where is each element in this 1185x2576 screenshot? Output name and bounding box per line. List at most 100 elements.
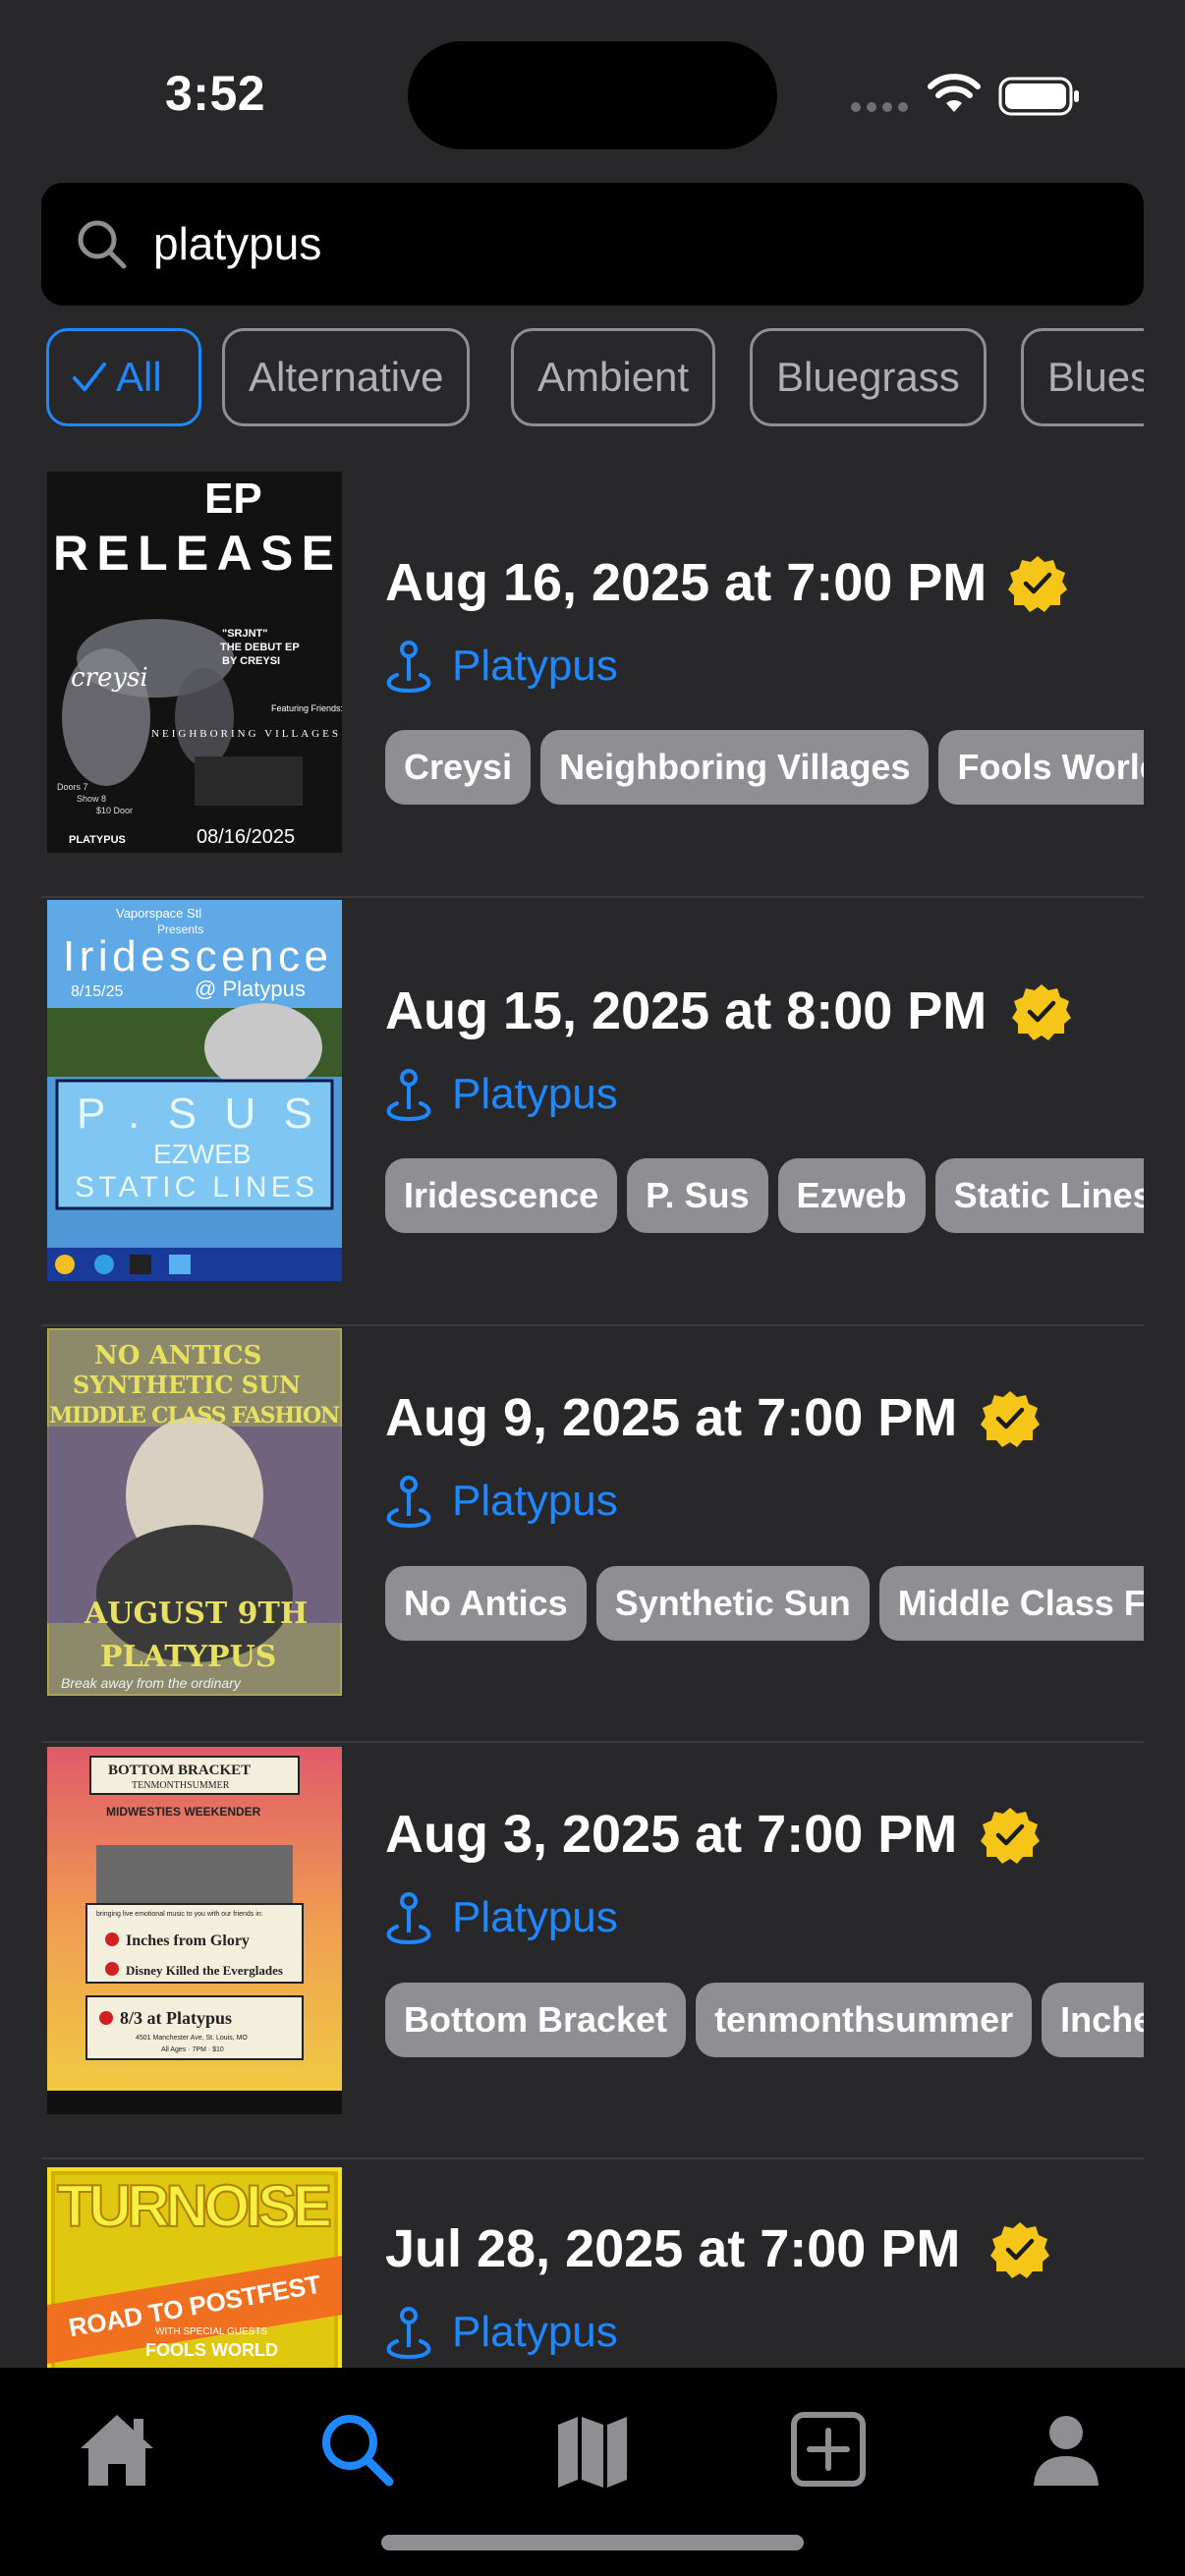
poster-text: BOTTOM BRACKET [108, 1763, 251, 1778]
search-icon[interactable] [312, 2405, 401, 2493]
event-venue[interactable]: Platypus [385, 637, 618, 696]
location-pin-icon [386, 2307, 431, 2359]
venue-name: Platypus [452, 1070, 618, 1118]
event-date: Aug 3, 2025 at 7:00 PM [385, 1805, 958, 1864]
artist-tag[interactable]: Creysi [385, 730, 532, 805]
location-pin-icon [386, 1069, 431, 1121]
event-poster: TURNOISE ROAD TO POSTFEST WITH SPECIAL G… [47, 2167, 342, 2374]
event-venue[interactable]: Platypus [385, 1065, 618, 1124]
poster-text: TENMONTHSUMMER [132, 1780, 230, 1791]
poster-text: creysi [71, 663, 148, 693]
poster-text: Featuring Friends: [271, 703, 342, 713]
venue-name: Platypus [452, 642, 618, 690]
artist-tag[interactable]: Fools World [938, 730, 1144, 805]
search-icon [78, 220, 127, 269]
event-venue[interactable]: Platypus [385, 2303, 618, 2362]
event-poster: EP RELEASE "SRJNT" THE DEBUT EP BY CREYS… [47, 472, 342, 853]
event-row[interactable]: NO ANTICS SYNTHETIC SUN MIDDLE CLASS FAS… [41, 1326, 1144, 1743]
poster-text: TURNOISE [57, 2173, 332, 2239]
status-time: 3:52 [165, 66, 266, 121]
dynamic-island [408, 41, 777, 149]
poster-text: NO ANTICS [94, 1341, 261, 1371]
event-date: Aug 15, 2025 at 8:00 PM [385, 981, 988, 1040]
event-venue[interactable]: Platypus [385, 1888, 618, 1947]
poster-text: AUGUST 9TH [84, 1596, 308, 1631]
genre-chip-alternative[interactable]: Alternative [222, 328, 471, 426]
map-icon[interactable] [548, 2405, 637, 2493]
genre-chip-label: All [116, 354, 162, 400]
event-venue[interactable]: Platypus [385, 1472, 618, 1531]
poster-text: Doors 7 [57, 782, 88, 792]
artist-tag[interactable]: Iridescence [385, 1158, 618, 1233]
screen: 3:52 All Alternative Ambient Bluegrass B… [0, 0, 1185, 2576]
verified-badge-icon [990, 2222, 1049, 2278]
location-pin-icon [386, 1892, 431, 1944]
event-date: Jul 28, 2025 at 7:00 PM [385, 2219, 961, 2278]
poster-text: Iridescence [63, 932, 328, 980]
verified-badge-icon [981, 1391, 1040, 1447]
poster-text: 08/16/2025 [197, 826, 295, 848]
poster-text: All Ages · 7PM · $10 [161, 2046, 224, 2053]
genre-chip-blues[interactable]: Blues [1021, 328, 1144, 426]
artist-tag[interactable]: P. Sus [627, 1158, 768, 1233]
genre-chip-label: Ambient [537, 354, 690, 400]
verified-badge-icon [981, 1808, 1040, 1864]
artist-tags: No AnticsSynthetic SunMiddle Class Fashi… [385, 1566, 1144, 1645]
poster-text: bringing live emotional music to you wit… [96, 1911, 263, 1918]
poster-text: Show 8 [77, 794, 106, 804]
home-indicator [381, 2535, 804, 2550]
poster-text: Vaporspace Stl [116, 906, 201, 921]
genre-chip-label: Bluegrass [776, 354, 960, 400]
genre-filter-bar: All Alternative Ambient Bluegrass Blues [41, 328, 1144, 432]
poster-text: Disney Killed the Everglades [126, 1963, 283, 1978]
poster-text: MIDDLE CLASS FASHION [49, 1403, 340, 1428]
event-poster: NO ANTICS SYNTHETIC SUN MIDDLE CLASS FAS… [47, 1328, 342, 1696]
checkmark-icon [72, 362, 107, 392]
poster-text: MIDWESTIES WEEKENDER [106, 1805, 261, 1819]
artist-tag[interactable]: Middle Class Fashion [878, 1566, 1144, 1641]
genre-chip-ambient[interactable]: Ambient [511, 328, 716, 426]
poster-text: EP [204, 475, 262, 523]
poster-text: 8/15/25 [71, 983, 123, 1000]
artist-tag[interactable]: tenmonthsummer [696, 1983, 1033, 2057]
poster-text: 8/3 at Platypus [120, 2008, 232, 2028]
artist-tag[interactable]: No Antics [385, 1566, 587, 1641]
poster-text: THE DEBUT EP [220, 642, 300, 653]
artist-tag[interactable]: Static Lines [934, 1158, 1144, 1233]
genre-chip-all[interactable]: All [46, 328, 201, 426]
event-row[interactable]: BOTTOM BRACKET TENMONTHSUMMER MIDWESTIES… [41, 1743, 1144, 2159]
poster-text: "SRJNT" [222, 628, 268, 640]
poster-text: 4501 Manchester Ave, St. Louis, MO [136, 2035, 248, 2042]
genre-chip-label: Alternative [249, 354, 444, 400]
poster-text: Inches from Glory [126, 1932, 250, 1949]
poster-text: @ Platypus [195, 977, 306, 1001]
venue-name: Platypus [452, 1893, 618, 1941]
event-poster: Vaporspace Stl Presents Iridescence 8/15… [47, 900, 342, 1281]
event-row[interactable]: EP RELEASE "SRJNT" THE DEBUT EP BY CREYS… [41, 470, 1144, 898]
poster-text: STATIC LINES [75, 1171, 314, 1204]
battery-icon [998, 77, 1079, 116]
person-icon[interactable] [1022, 2405, 1110, 2493]
event-row[interactable]: Vaporspace Stl Presents Iridescence 8/15… [41, 898, 1144, 1326]
poster-text: EZWEB [153, 1139, 252, 1169]
artist-tag[interactable]: Inches from Glory [1042, 1983, 1144, 2057]
search-bar[interactable] [41, 183, 1144, 306]
poster-text: BY CREYSI [222, 655, 280, 667]
wifi-icon [928, 74, 981, 112]
genre-chip-bluegrass[interactable]: Bluegrass [750, 328, 987, 426]
poster-text: PLATYPUS [100, 1640, 276, 1674]
artist-tag[interactable]: Synthetic Sun [595, 1566, 870, 1641]
artist-tags: Creysi Neighboring Villages Fools World [385, 730, 1144, 809]
search-input[interactable] [153, 208, 1116, 279]
verified-badge-icon [1008, 556, 1067, 612]
home-icon[interactable] [73, 2405, 161, 2493]
poster-text: Break away from the ordinary [61, 1675, 242, 1691]
venue-name: Platypus [452, 1477, 618, 1525]
add-square-icon[interactable] [784, 2405, 873, 2493]
poster-text: SYNTHETIC SUN [73, 1371, 301, 1399]
event-date: Aug 9, 2025 at 7:00 PM [385, 1388, 958, 1447]
artist-tag[interactable]: Bottom Bracket [385, 1983, 687, 2057]
artist-tag[interactable]: Neighboring Villages [540, 730, 930, 805]
genre-chip-label: Blues [1047, 354, 1144, 400]
artist-tag[interactable]: Ezweb [777, 1158, 926, 1233]
